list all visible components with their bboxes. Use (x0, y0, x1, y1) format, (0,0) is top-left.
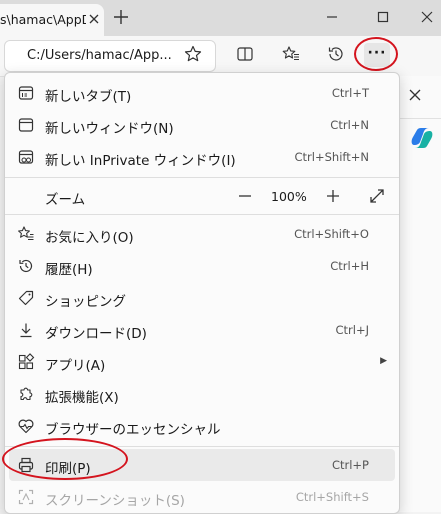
highlight-oval-more (354, 37, 398, 71)
address-text: C:/Users/hamac/App... (27, 48, 172, 63)
plus-icon[interactable] (323, 185, 343, 207)
menu-item-favorites[interactable]: お気に入り(O) Ctrl+Shift+O (5, 218, 399, 250)
history-icon[interactable] (326, 44, 346, 64)
new-tab-icon (17, 84, 35, 102)
menu-item-screenshot: スクリーンショット(S) Ctrl+Shift+S (5, 481, 399, 513)
history-icon (17, 257, 35, 275)
menu-item-label: アプリ(A) (45, 358, 106, 374)
menu-item-shopping[interactable]: ショッピング (5, 282, 399, 314)
close-icon[interactable] (418, 8, 436, 26)
star-icon[interactable] (183, 44, 203, 64)
favorites-icon[interactable] (281, 44, 301, 64)
menu-item-shortcut: Ctrl+P (331, 458, 369, 472)
shopping-tag-icon (17, 289, 35, 307)
menu-item-extensions[interactable]: 拡張機能(X) (5, 378, 399, 410)
menu-item-apps[interactable]: アプリ(A) ▶ (5, 346, 399, 378)
new-window-icon (17, 116, 35, 134)
menu-item-shortcut: Ctrl+J (335, 323, 370, 337)
menu-item-history[interactable]: 履歴(H) Ctrl+H (5, 250, 399, 282)
heart-pulse-icon (17, 417, 35, 435)
menu-item-new-tab[interactable]: 新しいタブ(T) Ctrl+T (5, 77, 399, 109)
plus-icon[interactable] (112, 8, 130, 26)
apps-icon (17, 353, 35, 371)
tab-strip: s\hamac\AppD (0, 0, 441, 36)
menu-item-label: ブラウザーのエッセンシャル (45, 422, 221, 438)
menu-item-downloads[interactable]: ダウンロード(D) Ctrl+J (5, 314, 399, 346)
menu-item-inprivate[interactable]: 新しい InPrivate ウィンドウ(I) Ctrl+Shift+N (5, 141, 399, 173)
menu-separator (5, 214, 399, 215)
minus-icon[interactable] (235, 185, 255, 207)
menu-item-label: お気に入り(O) (45, 230, 134, 246)
maximize-icon[interactable] (374, 8, 392, 26)
menu-item-shortcut: Ctrl+Shift+O (294, 227, 369, 241)
menu-item-shortcut: Ctrl+H (330, 259, 369, 273)
chevron-right-icon: ▶ (380, 356, 387, 366)
zoom-value: 100% (271, 189, 307, 204)
split-screen-icon[interactable] (235, 44, 255, 64)
menu-item-label: 新しい InPrivate ウィンドウ(I) (45, 153, 236, 169)
tab-title: s\hamac\AppD (0, 12, 86, 27)
menu-item-shortcut: Ctrl+N (330, 118, 369, 132)
copilot-icon[interactable] (409, 127, 435, 149)
extensions-icon (17, 385, 35, 403)
menu-item-zoom: ズーム 100% (5, 178, 399, 214)
minimize-icon[interactable] (323, 8, 341, 26)
menu-item-label: 新しいタブ(T) (45, 89, 132, 105)
menu-item-shortcut: Ctrl+Shift+S (295, 490, 369, 504)
favorites-icon (17, 225, 35, 243)
zoom-label: ズーム (45, 192, 86, 208)
menu-item-label: 新しいウィンドウ(N) (45, 121, 174, 137)
menu-item-label: 拡張機能(X) (45, 390, 119, 406)
menu-item-label: ショッピング (45, 294, 126, 310)
inprivate-icon (17, 148, 35, 166)
menu-item-shortcut: Ctrl+Shift+N (294, 150, 369, 164)
download-icon (17, 321, 35, 339)
menu-item-label: 履歴(H) (45, 262, 93, 278)
menu-item-new-window[interactable]: 新しいウィンドウ(N) Ctrl+N (5, 109, 399, 141)
menu-item-label: スクリーンショット(S) (45, 493, 185, 509)
close-icon[interactable] (408, 88, 422, 102)
menu-item-label: ダウンロード(D) (45, 326, 147, 342)
screenshot-icon (17, 488, 35, 506)
highlight-oval-print (2, 438, 128, 480)
browser-tab[interactable]: s\hamac\AppD (0, 4, 104, 36)
menu-item-shortcut: Ctrl+T (331, 86, 369, 100)
close-icon[interactable] (86, 11, 102, 27)
fullscreen-icon[interactable] (367, 186, 387, 206)
divider (399, 118, 441, 119)
